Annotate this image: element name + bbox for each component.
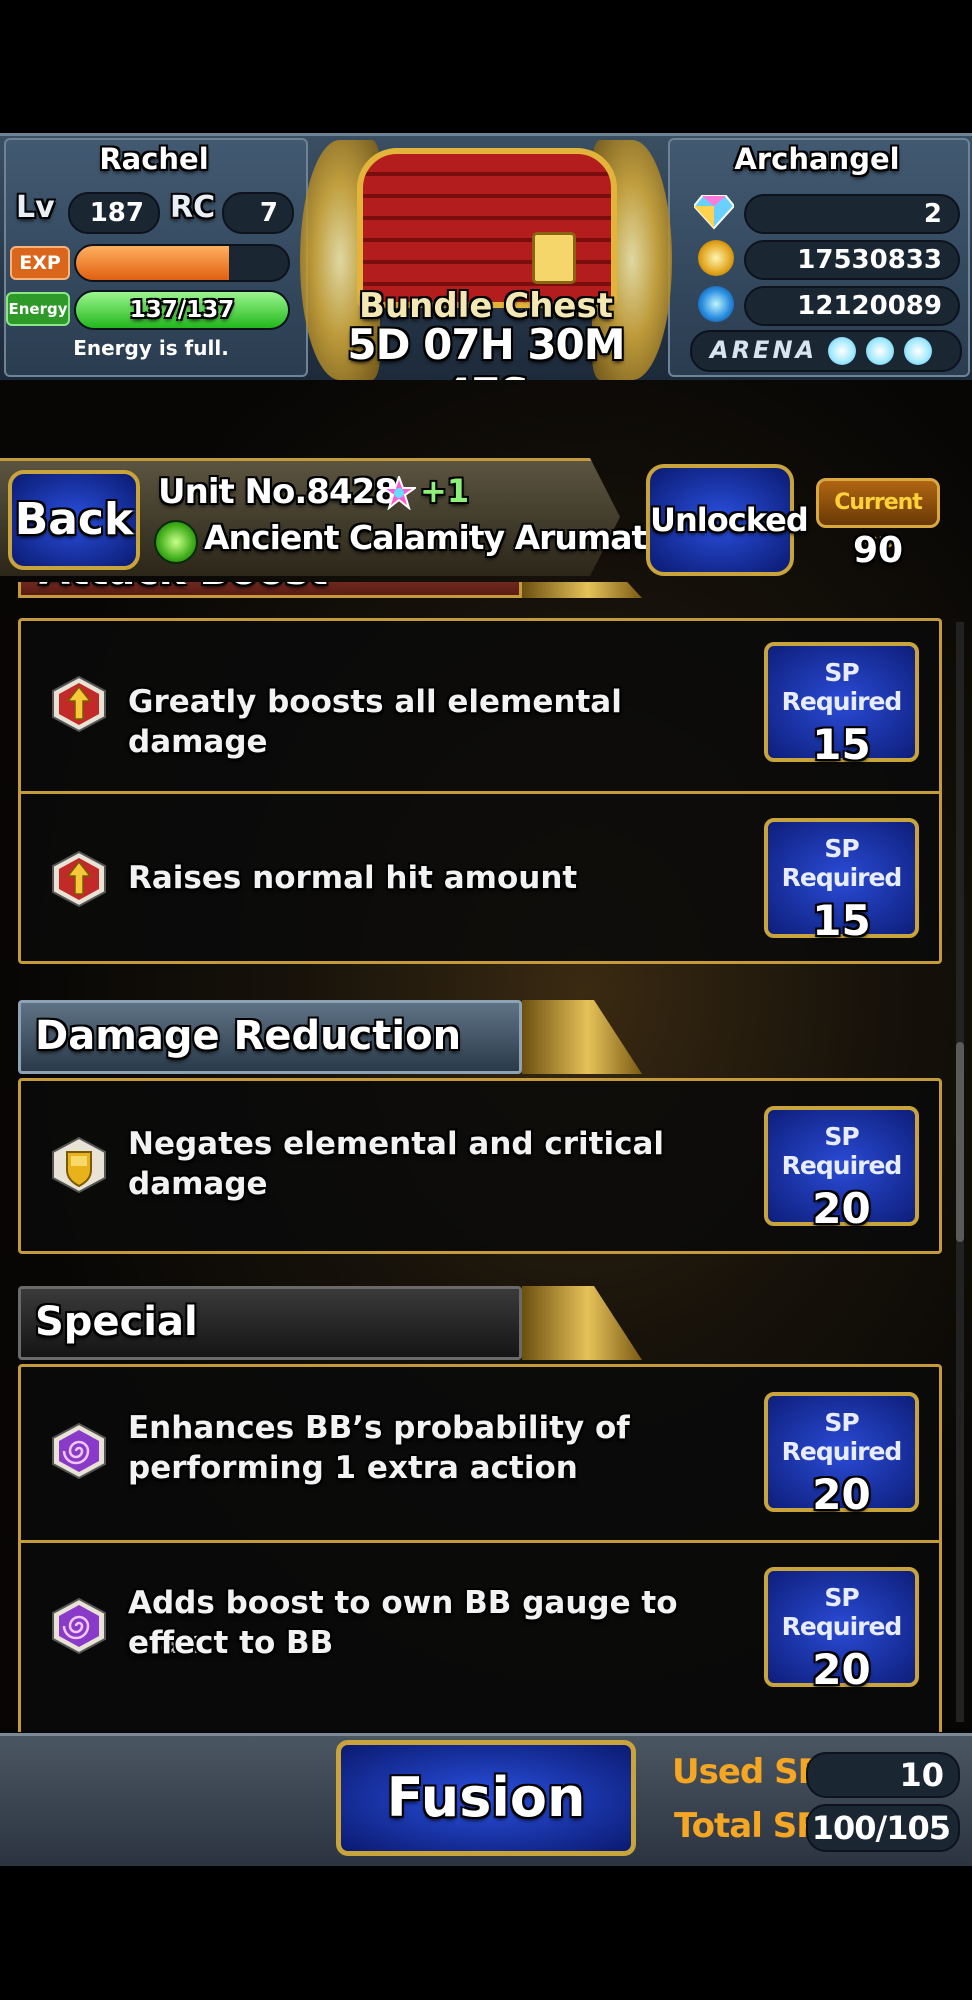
gem-icon [692,194,736,230]
sp-required-label: SP Required [781,834,903,892]
special-swirl-icon [50,1422,108,1480]
arena-orb-icon [828,337,856,365]
special-header: Special [18,1286,522,1360]
energy-value: 137/137 [129,297,235,323]
fusion-button[interactable]: Fusion [336,1740,636,1856]
level-value: 187 [89,198,144,228]
total-sp-pill: 100/105 [806,1804,960,1852]
used-sp-label: Used SP [672,1752,822,1792]
shield-icon [50,1136,108,1194]
special-title: Special [35,1299,198,1345]
unit-plus: +1 [420,472,470,510]
bundle-chest-icon[interactable] [357,148,617,308]
unit-name: Ancient Calamity Arumat [204,518,647,557]
sp-required-label: SP Required [781,1583,903,1641]
special-swirl-icon [50,1597,108,1655]
rc-pill: 7 [222,192,294,234]
sp-required-value: 20 [812,1645,871,1694]
sp-option-row[interactable]: Greatly boosts all elemental damage SP R… [18,618,942,791]
sp-required-badge[interactable]: SP Required 20 [764,1392,919,1519]
earth-element-icon [154,520,198,564]
sp-required-badge[interactable]: SP Required 20 [764,1567,919,1694]
unit-number: Unit No.8428 [158,472,398,512]
used-sp-value: 10 [899,1756,944,1794]
chest-lock-icon [532,232,576,284]
sp-required-label: SP Required [781,658,903,716]
arena-label: ARENA [710,336,818,364]
karma-value: 12120089 [797,291,942,321]
level-label: Lv [16,190,55,225]
damage-reduction-title: Damage Reduction [35,1013,462,1059]
exp-bar-fill [76,246,229,280]
back-button-label: Back [14,494,134,545]
rc-label: RC [170,190,216,225]
rank-title: Archangel [734,142,900,176]
section-tab-ornament [522,1000,642,1074]
sp-option-row[interactable]: Adds boost to own BB gauge to max effect… [18,1543,942,1719]
gems-pill: 2 [744,194,960,234]
scrollbar-thumb[interactable] [956,1042,964,1242]
option-description: Enhances BB’s probability of [128,1410,630,1446]
arena-orb-icon [866,337,894,365]
option-description-line2: effect to BB [128,1625,334,1661]
back-button[interactable]: Back [8,470,140,570]
damage-reduction-header: Damage Reduction [18,1000,522,1074]
karma-pill: 12120089 [744,286,960,326]
sp-option-row[interactable]: Enhances BB’s probability of performing … [18,1364,942,1540]
energy-status: Energy is full. [73,336,229,360]
scrollbar-track[interactable] [956,622,964,1722]
level-pill: 187 [68,192,160,234]
gems-value: 2 [923,199,942,229]
sp-required-value: 15 [812,720,871,769]
zel-coin-icon [698,240,734,276]
attack-boost-icon [50,850,108,908]
sp-required-value: 20 [812,1470,871,1519]
sp-skill-list[interactable]: Attack Boost Greatly boosts all elementa… [0,582,972,1732]
sp-required-badge[interactable]: SP Required 15 [764,818,919,945]
fusion-button-label: Fusion [386,1766,586,1829]
exp-label: EXP [10,246,70,280]
option-description: Negates elemental and critical [128,1126,665,1162]
zel-value: 17530833 [797,245,942,275]
arena-pill[interactable]: ARENA [690,330,962,372]
used-sp-pill: 10 [806,1752,960,1798]
unlocked-button-label: Unlocked [650,501,809,539]
total-sp-value: 100/105 [811,1809,951,1847]
arena-orb-icon [904,337,932,365]
karma-orb-icon [698,286,734,322]
energy-bar: 137/137 [74,290,290,330]
sp-required-value: 20 [812,1184,871,1233]
option-description-line2: damage [128,1166,268,1202]
section-tab-ornament [522,1286,642,1360]
attack-boost-title: Attack Boost [21,582,519,593]
current-sp-value: 90 [852,530,904,571]
attack-boost-header: Attack Boost [18,582,522,598]
sp-required-label: SP Required [781,1122,903,1180]
sp-required-badge[interactable]: SP Required 20 [764,1106,919,1233]
player-name: Rachel [99,142,209,176]
rainbow-star-icon [379,474,419,511]
rc-value: 7 [259,198,278,228]
sp-option-row[interactable]: Raises normal hit amount SP Required 15 [18,794,942,964]
total-sp-label: Total SP [674,1806,821,1846]
sp-option-row[interactable]: Negates elemental and critical damage SP… [18,1078,942,1254]
unlocked-button[interactable]: Unlocked [646,464,809,576]
option-description-line2: performing 1 extra action [128,1450,578,1486]
option-description: Raises normal hit amount [128,860,578,896]
section-tab-ornament [522,582,642,598]
sp-required-value: 15 [812,896,871,945]
current-sp-badge: Current SP [816,478,940,559]
exp-bar [74,244,290,282]
energy-label: Energy [6,292,70,326]
sp-required-badge[interactable]: SP Required 15 [764,642,919,769]
attack-boost-icon [50,675,108,733]
sp-required-label: SP Required [781,1408,903,1466]
option-description: Greatly boosts all elemental damage [128,684,622,760]
zel-pill: 17530833 [744,240,960,280]
